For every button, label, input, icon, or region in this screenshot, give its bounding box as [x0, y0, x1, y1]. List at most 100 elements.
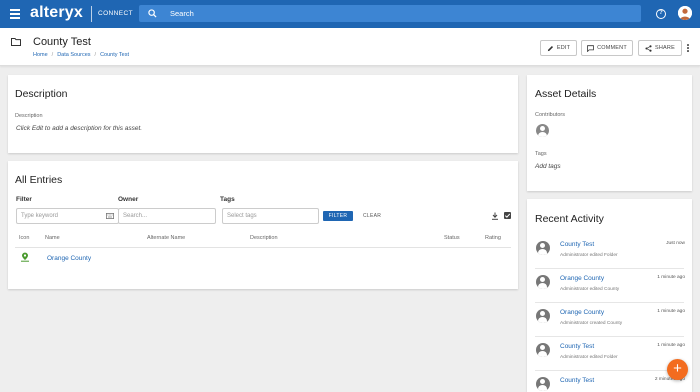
- contributor-avatar[interactable]: [536, 124, 549, 137]
- comment-icon: [587, 44, 594, 52]
- avatar-head: [540, 345, 545, 350]
- add-fab-button[interactable]: +: [667, 359, 688, 380]
- comment-button-label: COMMENT: [597, 45, 627, 51]
- owner-search-input[interactable]: Search...: [118, 208, 216, 224]
- download-icon[interactable]: [491, 212, 499, 220]
- activity-avatar: [536, 275, 550, 289]
- help-icon[interactable]: ?: [656, 9, 666, 19]
- share-button[interactable]: SHARE: [638, 40, 682, 56]
- column-header-status[interactable]: Status: [444, 235, 460, 241]
- recent-activity-title: Recent Activity: [535, 213, 604, 225]
- breadcrumb-current[interactable]: County Test: [100, 52, 129, 58]
- activity-description: Administrator edited County: [560, 287, 620, 292]
- column-header-icon[interactable]: Icon: [19, 235, 29, 241]
- description-card: Description Description Click Edit to ad…: [8, 75, 518, 153]
- asset-details-title: Asset Details: [535, 88, 597, 100]
- checkmark-icon: [504, 213, 511, 218]
- filter-input-placeholder: Type keyword: [21, 213, 59, 219]
- owner-label: Owner: [118, 196, 139, 203]
- breadcrumb-data-sources[interactable]: Data Sources: [57, 52, 90, 58]
- activity-avatar: [536, 309, 550, 323]
- activity-title-link[interactable]: County Test: [560, 241, 594, 248]
- activity-avatar: [536, 377, 550, 391]
- avatar-head: [540, 311, 545, 316]
- add-tags-link[interactable]: Add tags: [535, 163, 561, 170]
- avatar-head: [540, 379, 545, 384]
- filter-button[interactable]: FILTER: [323, 211, 353, 221]
- more-options-icon[interactable]: [687, 44, 689, 52]
- activity-item: Orange County Administrator edited Count…: [527, 269, 692, 303]
- activity-description: Administrator edited Folder: [560, 355, 618, 360]
- owner-input-placeholder: Search...: [123, 213, 148, 219]
- edit-button[interactable]: EDIT: [540, 40, 577, 56]
- activity-description: Administrator created County: [560, 321, 623, 326]
- activity-title-link[interactable]: County Test: [560, 377, 594, 384]
- activity-time: Just now: [666, 241, 685, 246]
- activity-item: Orange County Administrator created Coun…: [527, 303, 692, 337]
- activity-avatar: [536, 343, 550, 357]
- map-pin-icon: [21, 252, 29, 262]
- recent-activity-card: Recent Activity County Test Administrato…: [527, 199, 692, 392]
- search-placeholder: Search: [170, 9, 194, 18]
- all-entries-card: All Entries Filter Type keyword Owner Se…: [8, 161, 518, 289]
- search-icon: [148, 9, 157, 18]
- keyboard-icon: [106, 213, 114, 219]
- all-entries-title: All Entries: [15, 174, 63, 186]
- tags-select-placeholder: Select tags: [227, 213, 257, 219]
- avatar-head: [540, 277, 545, 282]
- comment-button[interactable]: COMMENT: [581, 40, 633, 56]
- top-bar: alteryx CONNECT Search ?: [0, 0, 700, 28]
- description-text: Click Edit to add a description for this…: [16, 125, 143, 132]
- breadcrumb-separator: /: [94, 52, 97, 58]
- column-header-description[interactable]: Description: [250, 235, 278, 241]
- clear-button[interactable]: CLEAR: [363, 213, 381, 219]
- column-header-name[interactable]: Name: [45, 235, 60, 241]
- page-title: County Test: [33, 36, 91, 48]
- asset-details-card: Asset Details Contributors Tags Add tags: [527, 75, 692, 191]
- activity-item: County Test Administrator edited Folder …: [527, 235, 692, 269]
- breadcrumb-home[interactable]: Home: [33, 52, 48, 58]
- avatar-body: [538, 283, 547, 289]
- activity-time: 1 minute ago: [657, 343, 685, 348]
- folder-icon: [11, 38, 21, 46]
- table-header-divider: [15, 247, 511, 248]
- checkbox-icon[interactable]: [504, 212, 511, 219]
- filter-input[interactable]: Type keyword: [16, 208, 119, 224]
- contributors-label: Contributors: [535, 112, 565, 118]
- product-name: CONNECT: [98, 10, 133, 17]
- tags-label: Tags: [220, 196, 235, 203]
- activity-avatar: [536, 241, 550, 255]
- hamburger-menu-icon[interactable]: [10, 9, 20, 19]
- breadcrumb-separator: /: [51, 52, 54, 58]
- activity-title-link[interactable]: Orange County: [560, 309, 604, 316]
- edit-button-label: EDIT: [556, 45, 571, 51]
- description-label: Description: [15, 113, 43, 119]
- search-input[interactable]: Search: [139, 5, 641, 22]
- avatar-body: [538, 317, 547, 323]
- activity-time: 1 minute ago: [657, 309, 685, 314]
- alteryx-logo[interactable]: alteryx: [30, 4, 83, 22]
- logo-divider: [91, 6, 92, 22]
- user-avatar-icon: [678, 6, 692, 20]
- avatar-head: [540, 126, 545, 131]
- avatar-head: [540, 243, 545, 248]
- user-avatar[interactable]: [678, 6, 692, 20]
- activity-title-link[interactable]: County Test: [560, 343, 594, 350]
- tags-select[interactable]: Select tags: [222, 208, 319, 224]
- column-header-rating[interactable]: Rating: [485, 235, 501, 241]
- description-title: Description: [15, 88, 68, 100]
- avatar-body: [538, 249, 547, 255]
- share-button-label: SHARE: [655, 45, 675, 51]
- entry-name-link[interactable]: Orange County: [47, 255, 91, 262]
- avatar-body: [538, 385, 547, 391]
- activity-description: Administrator edited Folder: [560, 253, 618, 258]
- filter-label: Filter: [16, 196, 32, 203]
- avatar-body: [538, 351, 547, 357]
- share-icon: [645, 44, 652, 52]
- column-header-alternate-name[interactable]: Alternate Name: [147, 235, 185, 241]
- activity-title-link[interactable]: Orange County: [560, 275, 604, 282]
- tags-label: Tags: [535, 151, 547, 157]
- avatar-body: [538, 132, 547, 137]
- breadcrumb: Home / Data Sources / County Test: [33, 52, 129, 58]
- pencil-icon: [547, 45, 553, 51]
